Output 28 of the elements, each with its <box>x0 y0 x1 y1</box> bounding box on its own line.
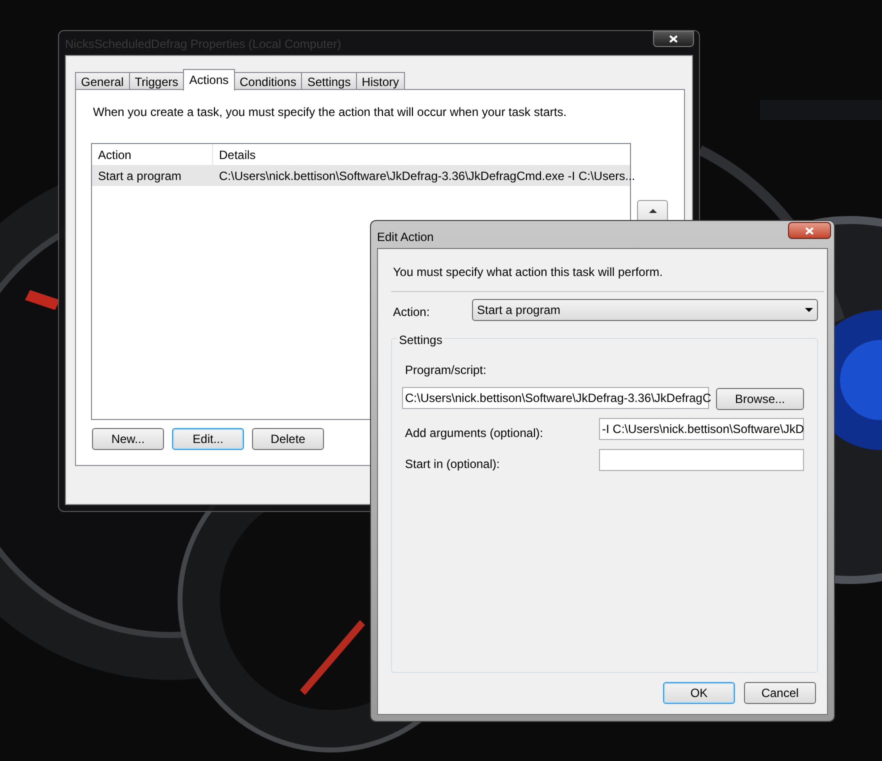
dialog-button[interactable]: OK <box>663 682 735 704</box>
dialog-button[interactable]: Edit... <box>172 428 244 450</box>
window-title: Edit Action <box>377 229 434 246</box>
dialog-button[interactable]: Cancel <box>744 682 816 704</box>
action-dropdown[interactable]: Start a program <box>472 299 818 321</box>
instruction-text: You must specify what action this task will perform. <box>393 264 663 281</box>
close-button[interactable] <box>653 31 694 47</box>
dialog-button[interactable]: New... <box>92 428 164 450</box>
table-cell-text: Start a program <box>97 168 182 185</box>
column-header[interactable]: Details <box>213 144 256 165</box>
start-in-field[interactable] <box>599 449 804 471</box>
move-up-button[interactable] <box>637 200 668 222</box>
up-arrow-icon <box>648 209 656 213</box>
start-in-label: Start in (optional): <box>405 456 500 473</box>
program-label: Program/script: <box>405 362 486 379</box>
close-icon <box>805 226 814 234</box>
column-header[interactable]: Action <box>92 144 213 165</box>
browse-button[interactable]: Browse... <box>716 388 804 410</box>
program-field[interactable]: C:\Users\nick.bettison\Software\JkDefrag-3.36\JkDefragC <box>402 387 709 409</box>
dialog-button[interactable]: Delete <box>252 428 324 450</box>
close-button[interactable] <box>788 222 831 239</box>
action-label: Action: <box>393 304 430 321</box>
close-icon <box>669 35 678 43</box>
arguments-field[interactable]: -I C:\Users\nick.bettison\Software\JkD <box>599 418 804 440</box>
arguments-label: Add arguments (optional): <box>405 425 544 442</box>
tab[interactable]: Actions <box>183 69 235 91</box>
description-text: When you create a task, you must specify the action that will occur when your task starts. <box>93 104 567 121</box>
dropdown-arrow-icon <box>805 308 813 312</box>
